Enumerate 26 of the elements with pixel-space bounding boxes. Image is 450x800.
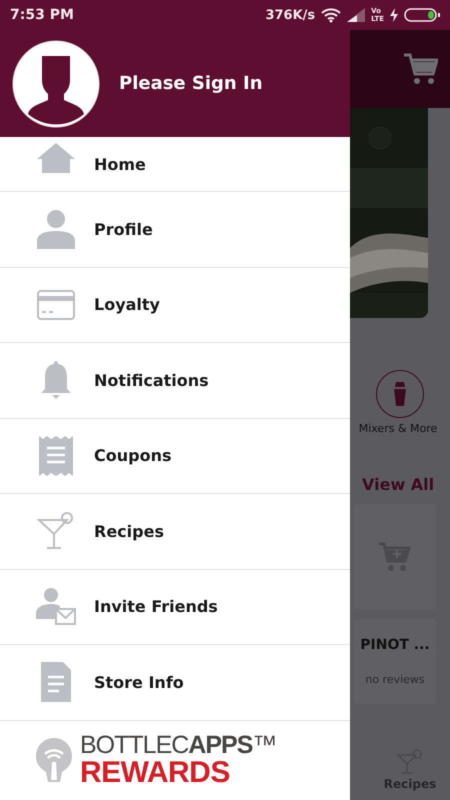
menu-item[interactable]: Invite Friends: [0, 570, 350, 645]
person-mail-icon: [36, 586, 76, 627]
cocktail-icon: [37, 512, 75, 550]
network-speed: 376K/s: [265, 8, 316, 22]
product-name: PINOT ...: [360, 637, 430, 653]
home-icon: [37, 143, 75, 173]
cart-icon: [404, 52, 438, 86]
category-label: Mixers & More: [358, 422, 438, 435]
person-icon: [37, 209, 75, 250]
receipt-icon: [39, 436, 73, 476]
logo-icon: [36, 738, 72, 782]
review-count: no reviews: [365, 673, 425, 686]
menu-item[interactable]: Coupons: [0, 418, 350, 494]
menu-item[interactable]: Loyalty: [0, 268, 350, 343]
brand-name: BOTTLECAPPS™: [80, 732, 276, 758]
status-time: 7:53 PM: [10, 7, 74, 23]
bell-icon: [40, 361, 72, 400]
category-button[interactable]: [376, 370, 424, 418]
battery-icon: [404, 7, 440, 23]
brand-tagline: REWARDS: [80, 758, 231, 788]
avatar-icon: [12, 40, 100, 128]
document-icon: [41, 662, 71, 702]
card-icon: [37, 290, 75, 320]
sign-in-prompt: Please Sign In: [119, 73, 263, 94]
wifi-icon: [321, 7, 342, 23]
signal-icon: [347, 8, 366, 22]
